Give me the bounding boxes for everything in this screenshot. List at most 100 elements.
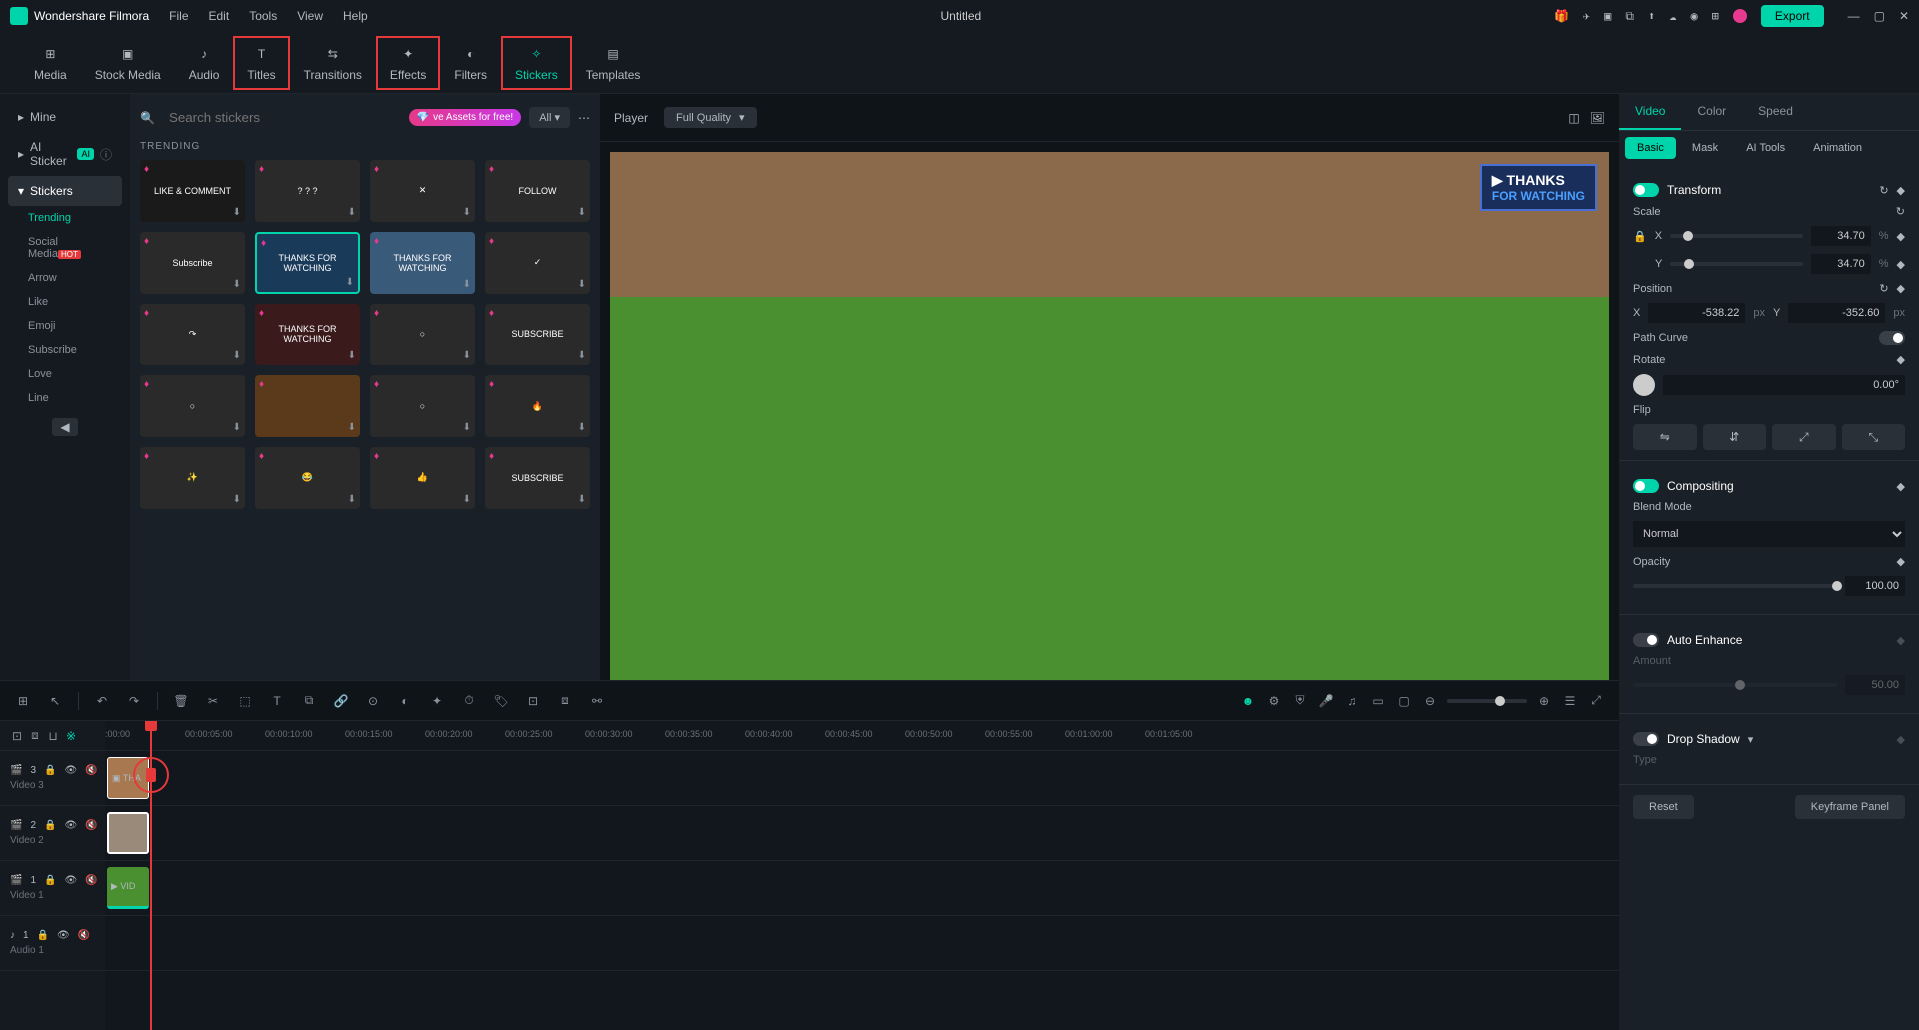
expand-icon[interactable]: ⤢ <box>1587 692 1605 710</box>
sticker-item[interactable]: ♦SUBSCRIBE⬇ <box>485 447 590 509</box>
sticker-item[interactable]: ♦○⬇ <box>370 304 475 366</box>
cat-sub-subscribe[interactable]: Subscribe <box>8 338 122 362</box>
blend-mode-select[interactable]: Normal <box>1633 521 1905 547</box>
tab-templates[interactable]: ▤Templates <box>572 36 655 90</box>
opacity-input[interactable] <box>1845 576 1905 596</box>
tab-filters[interactable]: ◐Filters <box>440 36 501 90</box>
list-icon[interactable]: ☰ <box>1561 692 1579 710</box>
quality-dropdown[interactable]: Full Quality▾ <box>664 107 757 128</box>
sticker-item[interactable]: ♦SUBSCRIBE⬇ <box>485 304 590 366</box>
face-icon[interactable]: ☻ <box>1239 692 1257 710</box>
track-head-audio-1[interactable]: ♪1🔒👁🔇Audio 1 <box>0 916 105 971</box>
collapse-sidebar-icon[interactable]: ◀ <box>52 418 77 436</box>
keyframe-icon[interactable]: ◆ <box>1897 184 1905 197</box>
marker-icon[interactable]: ▭ <box>1369 692 1387 710</box>
kf-icon[interactable]: ◆ <box>1897 353 1905 366</box>
sticker-item[interactable]: ♦✨⬇ <box>140 447 245 509</box>
select-icon[interactable]: ↖ <box>46 692 64 710</box>
keyframe-panel-button[interactable]: Keyframe Panel <box>1795 795 1905 819</box>
sticker-item[interactable]: ♦○⬇ <box>140 375 245 437</box>
mic-icon[interactable]: 🎤 <box>1317 692 1335 710</box>
copy-icon[interactable]: ⧉ <box>300 692 318 710</box>
tab-effects[interactable]: ✦Effects <box>376 36 440 90</box>
mute-icon[interactable]: 🔇 <box>78 930 90 941</box>
media-icon[interactable]: ▣ <box>1604 9 1611 23</box>
menu-tools[interactable]: Tools <box>249 9 277 23</box>
scale-y-input[interactable] <box>1811 254 1871 274</box>
avatar[interactable] <box>1733 9 1747 23</box>
scale-x-slider[interactable] <box>1670 234 1803 238</box>
export-button[interactable]: Export <box>1761 5 1824 27</box>
sticker-item[interactable]: ♦🔥⬇ <box>485 375 590 437</box>
sticker-item[interactable]: ♦✕⬇ <box>370 160 475 222</box>
delete-icon[interactable]: 🗑 <box>172 692 190 710</box>
maximize-icon[interactable]: ▢ <box>1874 9 1885 23</box>
tab-video[interactable]: Video <box>1619 94 1681 130</box>
kf-icon[interactable]: ◆ <box>1897 230 1905 243</box>
lock-icon[interactable]: 🔒 <box>44 875 56 886</box>
transform-toggle[interactable] <box>1633 183 1659 197</box>
cat-sub-love[interactable]: Love <box>8 362 122 386</box>
playhead-handle[interactable] <box>133 757 169 793</box>
search-input[interactable] <box>163 104 401 131</box>
mute-icon[interactable]: 🔇 <box>85 765 97 776</box>
filter-all-dropdown[interactable]: All ▾ <box>529 107 570 128</box>
visibility-icon[interactable]: 👁 <box>64 875 77 886</box>
sticker-item[interactable]: ♦↷⬇ <box>140 304 245 366</box>
cat-mine[interactable]: ▸Mine <box>8 102 122 132</box>
snapshot-icon[interactable]: 🖼 <box>1590 111 1605 125</box>
visibility-icon[interactable]: 👁 <box>64 820 77 831</box>
pos-y-input[interactable] <box>1788 303 1885 323</box>
cat-ai-sticker[interactable]: ▸AI StickerAIⓘ <box>8 132 122 176</box>
sticker-item[interactable]: ♦😂⬇ <box>255 447 360 509</box>
detach-icon[interactable]: ⧈ <box>556 692 574 710</box>
sticker-item[interactable]: ♦THANKS FOR WATCHING⬇ <box>370 232 475 294</box>
send-icon[interactable]: ✈ <box>1583 9 1590 23</box>
reset-pos-icon[interactable]: ↻ <box>1879 282 1888 295</box>
sticker-item[interactable]: ♦👍⬇ <box>370 447 475 509</box>
cat-sub-social-media[interactable]: Social MediaHOT <box>8 230 122 266</box>
reset-button[interactable]: Reset <box>1633 795 1694 819</box>
cut-icon[interactable]: ✂ <box>204 692 222 710</box>
track-head-video-2[interactable]: 🎬2🔒👁🔇Video 2 <box>0 806 105 861</box>
lock-icon[interactable]: 🔒 <box>44 820 56 831</box>
flip-diag1-button[interactable]: ⤢ <box>1772 424 1836 450</box>
mute-icon[interactable]: 🔇 <box>85 820 97 831</box>
cat-sub-trending[interactable]: Trending <box>8 206 122 230</box>
zoom-in-icon[interactable]: ⊕ <box>1535 692 1553 710</box>
cat-stickers[interactable]: ▾Stickers <box>8 176 122 206</box>
menu-view[interactable]: View <box>297 9 323 23</box>
frame-icon[interactable]: ▢ <box>1395 692 1413 710</box>
menu-file[interactable]: File <box>169 9 188 23</box>
rotate-knob[interactable] <box>1633 374 1655 396</box>
timer-icon[interactable]: ⏱ <box>460 692 478 710</box>
link-icon[interactable]: 🔗 <box>332 692 350 710</box>
sticker-item[interactable]: ♦? ? ?⬇ <box>255 160 360 222</box>
timeline-tracks[interactable]: :00:0000:00:05:0000:00:10:0000:00:15:000… <box>105 721 1619 1030</box>
more-icon[interactable]: ⋯ <box>578 111 590 125</box>
tl-mode2-icon[interactable]: ⧈ <box>26 727 44 745</box>
track-head-video-1[interactable]: 🎬1🔒👁🔇Video 1 <box>0 861 105 916</box>
pos-x-input[interactable] <box>1648 303 1745 323</box>
shield-icon[interactable]: ⛨ <box>1291 692 1309 710</box>
tl-mode1-icon[interactable]: ⊡ <box>8 727 26 745</box>
lock-icon[interactable]: 🔒 <box>37 930 49 941</box>
sticker-item[interactable]: ♦THANKS FOR WATCHING⬇ <box>255 304 360 366</box>
kf-icon[interactable]: ◆ <box>1897 282 1905 295</box>
menu-help[interactable]: Help <box>343 9 368 23</box>
cat-sub-line[interactable]: Line <box>8 386 122 410</box>
text-icon[interactable]: T <box>268 692 286 710</box>
tab-transitions[interactable]: ⇆Transitions <box>290 36 376 90</box>
music-icon[interactable]: ♫ <box>1343 692 1361 710</box>
scale-y-slider[interactable] <box>1670 262 1802 266</box>
reset-icon[interactable]: ↻ <box>1879 184 1888 197</box>
ai-icon[interactable]: ✦ <box>428 692 446 710</box>
tab-stock-media[interactable]: ▣Stock Media <box>81 36 175 90</box>
subtab-aitools[interactable]: AI Tools <box>1734 137 1797 159</box>
mute-icon[interactable]: 🔇 <box>85 875 97 886</box>
tab-media[interactable]: ⊞Media <box>20 36 81 90</box>
menu-edit[interactable]: Edit <box>209 9 230 23</box>
sticker-item[interactable]: ♦FOLLOW⬇ <box>485 160 590 222</box>
kf-icon[interactable]: ◆ <box>1897 480 1905 493</box>
crop-icon[interactable]: ⬚ <box>236 692 254 710</box>
